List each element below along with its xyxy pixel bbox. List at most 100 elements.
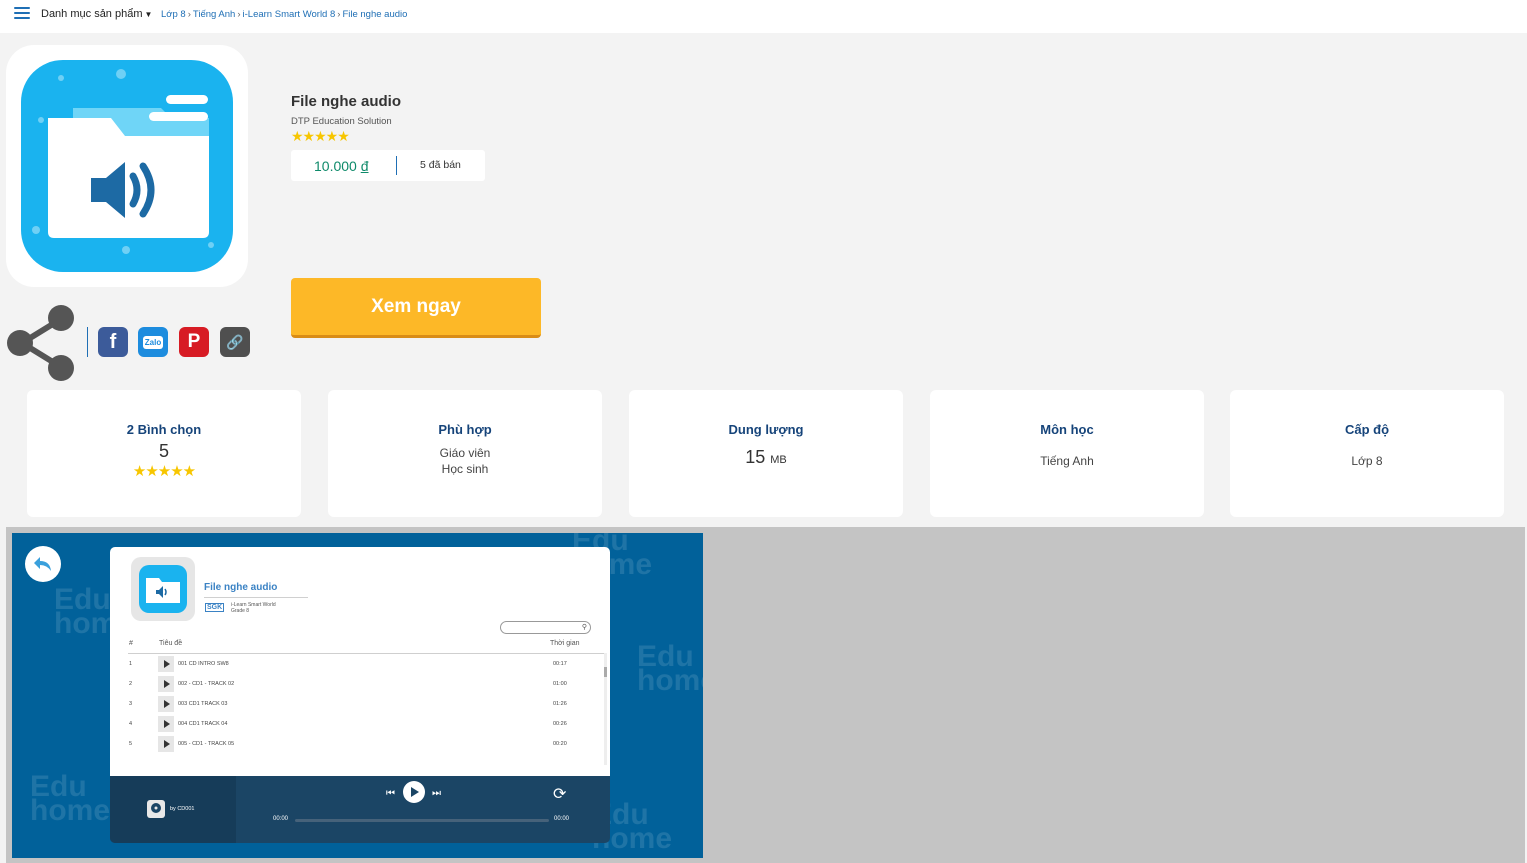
stat-title: Phù hợp (438, 422, 492, 437)
zalo-label: Zalo (142, 335, 164, 349)
size-unit: MB (770, 454, 787, 466)
breadcrumb-item[interactable]: Lớp 8 (161, 9, 186, 20)
stat-value: 5 (158, 441, 169, 461)
breadcrumb-item[interactable]: i-Learn Smart World 8 (243, 9, 336, 20)
stat-subject: Môn học Tiếng Anh (930, 390, 1204, 517)
play-icon[interactable] (158, 736, 174, 752)
catalog-dropdown[interactable]: Danh mục sản phẩm ▼ (41, 8, 152, 20)
track-title: 003 CD1 TRACK 03 (178, 701, 228, 707)
track-number: 5 (129, 741, 133, 747)
track-row[interactable]: 1 001 CD INTRO SW8 00:17 (128, 656, 598, 672)
stat-value: Học sinh (441, 462, 489, 476)
current-time: 00:00 (273, 816, 289, 822)
column-header-title: Tiêu đề (159, 640, 183, 647)
divider (87, 327, 88, 357)
currency: đ (360, 158, 369, 174)
chevron-right-icon: › (337, 9, 341, 20)
player-controls: by CD001 ⏮ ⏭ ⟳ 00:00 00:00 (110, 776, 610, 843)
breadcrumb-item[interactable]: Tiếng Anh (193, 9, 235, 20)
hamburger-menu-icon[interactable] (14, 7, 30, 21)
size-number: 15 (745, 447, 766, 467)
repeat-icon[interactable]: ⟳ (553, 784, 566, 804)
track-row[interactable]: 2 002 - CD1 - TRACK 02 01:00 (128, 676, 598, 692)
stat-title: 2 Bình chọn (126, 422, 202, 437)
track-duration: 00:26 (553, 721, 567, 727)
play-icon[interactable] (158, 696, 174, 712)
breadcrumb-item-current: File nghe audio (342, 9, 408, 20)
cd-icon (147, 800, 165, 818)
audio-folder-icon (139, 565, 187, 613)
rating-stars: ★★★★★ (291, 128, 350, 144)
play-button[interactable] (403, 781, 425, 803)
audio-folder-icon (21, 60, 233, 272)
track-number: 2 (129, 681, 133, 687)
catalog-label: Danh mục sản phẩm (41, 8, 143, 20)
progress-bar[interactable] (295, 819, 549, 822)
stat-size: Dung lượng 15 MB (629, 390, 903, 517)
track-title: 001 CD INTRO SW8 (178, 661, 229, 667)
total-time: 00:00 (554, 816, 570, 822)
stat-title: Môn học (1040, 422, 1094, 437)
chevron-right-icon: › (237, 9, 241, 20)
share-icon[interactable] (6, 303, 76, 381)
track-row[interactable]: 5 005 - CD1 - TRACK 05 00:20 (128, 736, 598, 752)
column-header-num: # (129, 640, 133, 647)
pinterest-icon[interactable]: P (179, 327, 209, 357)
scrollbar[interactable] (604, 653, 607, 765)
facebook-icon[interactable]: f (98, 327, 128, 357)
stat-value: Lớp 8 (1351, 454, 1383, 468)
price-box: 10.000 đ 5 đã bán (291, 150, 485, 181)
play-icon[interactable] (158, 716, 174, 732)
book-name: i-Learn Smart World Grade 8 (231, 602, 276, 614)
previous-track-icon[interactable]: ⏮ (386, 788, 395, 799)
search-icon[interactable]: ⚲ (582, 623, 587, 631)
caret-down-icon: ▼ (144, 10, 153, 19)
watermark-logo: Eduhome (30, 770, 111, 827)
top-bar: Danh mục sản phẩm ▼ Lớp 8 › Tiếng Anh › i-Lea… (0, 0, 1527, 33)
view-now-button[interactable]: Xem ngay (291, 278, 541, 338)
price-value: 10.000 (314, 158, 357, 174)
track-number: 3 (129, 701, 133, 707)
rating-stars: ★★★★★ (132, 463, 196, 480)
sold-count: 5 đã bán (420, 159, 461, 171)
stat-level: Cấp độ Lớp 8 (1230, 390, 1504, 517)
playlist-panel: File nghe audio SGK i-Learn Smart World G… (110, 547, 610, 776)
next-track-icon[interactable]: ⏭ (432, 788, 441, 799)
price: 10.000 đ (314, 158, 369, 174)
chevron-right-icon: › (187, 9, 191, 20)
play-icon[interactable] (158, 656, 174, 672)
column-header-time: Thời gian (550, 640, 580, 647)
play-icon[interactable] (158, 676, 174, 692)
stat-title: Cấp độ (1344, 422, 1390, 437)
divider (204, 597, 308, 598)
track-number: 1 (129, 661, 133, 667)
playlist-title: File nghe audio (204, 582, 278, 593)
audio-player-preview: Eduhome Eduhome Eduhome Eduhome Eduhome … (12, 533, 703, 858)
product-title: File nghe audio (291, 93, 402, 110)
stat-suitable: Phù hợp Giáo viên Học sinh (328, 390, 602, 517)
track-number: 4 (129, 721, 133, 727)
product-image-frame (6, 45, 248, 287)
track-row[interactable]: 4 004 CD1 TRACK 04 00:26 (128, 716, 598, 732)
stat-value: Giáo viên (439, 446, 491, 460)
track-duration: 00:17 (553, 661, 567, 667)
divider (396, 156, 397, 175)
stat-value: Tiếng Anh (1040, 454, 1094, 468)
track-duration: 01:00 (553, 681, 567, 687)
stat-votes: 2 Bình chọn 5 ★★★★★ (27, 390, 301, 517)
track-row[interactable]: 3 003 CD1 TRACK 03 01:26 (128, 696, 598, 712)
track-title: 002 - CD1 - TRACK 02 (178, 681, 235, 687)
sgk-badge: SGK (205, 603, 225, 612)
search-input[interactable]: ⚲ (500, 621, 591, 634)
stat-value: 15 MB (629, 447, 903, 468)
track-duration: 01:26 (553, 701, 567, 707)
now-playing: by CD001 (110, 776, 236, 843)
zalo-icon[interactable]: Zalo (138, 327, 168, 357)
track-title: 005 - CD1 - TRACK 05 (178, 741, 235, 747)
back-icon[interactable] (25, 546, 61, 582)
link-icon[interactable]: 🔗 (220, 327, 250, 357)
divider (128, 653, 606, 654)
publisher: DTP Education Solution (291, 116, 392, 127)
product-thumbnail (131, 557, 195, 621)
track-duration: 00:20 (553, 741, 567, 747)
